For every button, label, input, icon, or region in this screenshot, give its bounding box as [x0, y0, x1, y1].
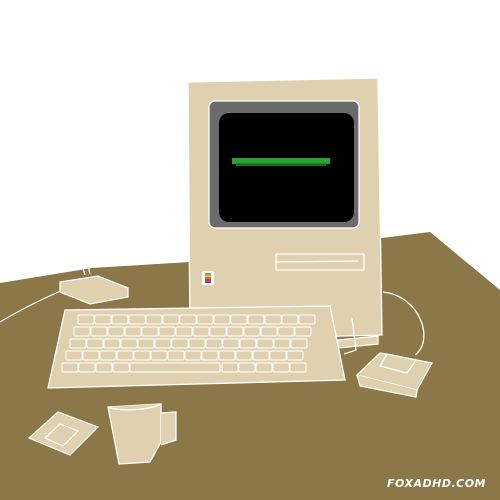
- keyboard-key: [82, 350, 100, 361]
- keyboard-key: [201, 350, 219, 361]
- keyboard-key: [264, 314, 282, 325]
- keyboard-key: [294, 326, 312, 337]
- keyboard-key: [154, 338, 172, 349]
- keyboard-key: [141, 326, 159, 337]
- keyboard-key: [226, 326, 244, 337]
- keyboard-key: [167, 350, 185, 361]
- keyboard-key: [77, 314, 95, 325]
- keyboard-key: [260, 326, 278, 337]
- keyboard-key: [179, 314, 197, 325]
- keyboard-key: [162, 314, 180, 325]
- keyboard-key: [239, 338, 257, 349]
- keyboard-key: [145, 314, 163, 325]
- keyboard-key: [94, 314, 112, 325]
- keyboard-key: [192, 326, 210, 337]
- keyboard-key: [298, 314, 316, 325]
- keyboard-key: [221, 362, 239, 373]
- keyboard-key: [116, 350, 134, 361]
- keyboard-key: [230, 314, 248, 325]
- keyboard-key: [78, 362, 96, 373]
- keyboard-key: [196, 314, 214, 325]
- keyboard-key: [137, 338, 155, 349]
- keyboard-key: [269, 350, 287, 361]
- keyboard-key: [120, 338, 138, 349]
- keyboard-key: [243, 326, 261, 337]
- keyboard-key: [128, 314, 146, 325]
- keyboard-key: [252, 350, 270, 361]
- keyboard-key: [235, 350, 253, 361]
- keyboard-key: [95, 362, 113, 373]
- keyboard-key: [90, 326, 108, 337]
- keyboard-key: [158, 326, 176, 337]
- keyboard-key: [213, 314, 231, 325]
- keyboard-key: [255, 362, 273, 373]
- site-watermark: FOXADHD.COM: [387, 477, 486, 490]
- keyboard-key: [73, 326, 91, 337]
- keyboard-key: [175, 326, 193, 337]
- keyboard-key: [188, 338, 206, 349]
- keyboard-key: [61, 362, 79, 373]
- keyboard-key: [209, 326, 227, 337]
- keyboard-key: [256, 338, 274, 349]
- keyboard-key: [69, 338, 87, 349]
- keyboard-key: [222, 338, 240, 349]
- keyboard-key: [290, 338, 308, 349]
- keyboard-key: [218, 350, 236, 361]
- keyboard-key: [103, 338, 121, 349]
- keyboard-key: [150, 350, 168, 361]
- keyboard-key: [273, 338, 291, 349]
- screen-text-glow: [232, 158, 330, 166]
- keyboard-key: [124, 326, 142, 337]
- keyboard: [47, 305, 346, 389]
- keyboard-key: [86, 338, 104, 349]
- keyboard-key: [111, 314, 129, 325]
- keyboard-key: [272, 362, 290, 373]
- keyboard-key: [99, 350, 117, 361]
- keyboard-key: [107, 326, 125, 337]
- keyboard-key: [133, 350, 151, 361]
- apple-logo: [205, 273, 211, 283]
- keyboard-key: [286, 350, 304, 361]
- scene-illustration: [0, 77, 500, 500]
- keyboard-key: [277, 326, 295, 337]
- keyboard-key: [184, 350, 202, 361]
- keyboard-key: [171, 338, 189, 349]
- keyboard-key: [247, 314, 265, 325]
- keyboard-key: [238, 362, 256, 373]
- keyboard-key: [112, 362, 130, 373]
- keyboard-key: [65, 350, 83, 361]
- keyboard-key: [129, 362, 221, 373]
- keyboard-key: [281, 314, 299, 325]
- keyboard-key: [205, 338, 223, 349]
- keyboard-key: [289, 362, 307, 373]
- keyboard-keys: [61, 314, 316, 373]
